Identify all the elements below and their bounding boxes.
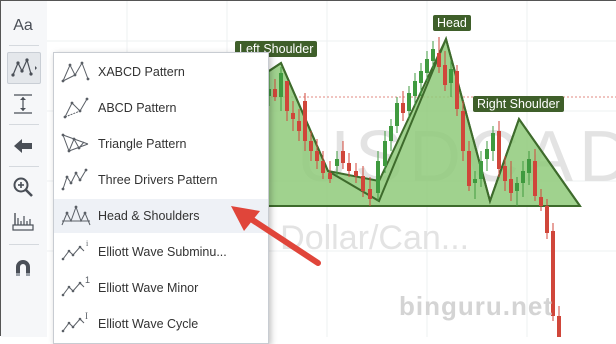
triangle-pattern-icon: [61, 133, 89, 153]
svg-text:1: 1: [85, 275, 90, 285]
candle-body: [449, 69, 453, 83]
candle-body: [273, 89, 277, 97]
menu-item-elliott-wave-minor[interactable]: 1 Elliott Wave Minor: [54, 271, 268, 305]
toolbar-divider: [9, 124, 39, 125]
candle-body: [461, 111, 465, 151]
menu-item-abcd-pattern[interactable]: ABCD Pattern: [54, 91, 268, 125]
candle-body: [321, 161, 325, 173]
candle-body: [443, 65, 447, 85]
back-arrow-icon: [14, 139, 32, 153]
candle-body: [491, 133, 495, 151]
menu-item-label: Head & Shoulders: [98, 209, 200, 223]
magnet-tool-button[interactable]: [7, 253, 39, 283]
candle-body: [545, 206, 549, 233]
candle-body: [389, 126, 393, 141]
candle-body: [401, 103, 405, 113]
candle-body: [467, 151, 471, 186]
candle-body: [285, 81, 289, 111]
text-tool-button[interactable]: Aa: [7, 11, 39, 41]
candle-body: [341, 151, 345, 163]
candle-body: [497, 131, 501, 169]
menu-item-label: Elliott Wave Subminu...: [98, 245, 227, 259]
elliott-subminuette-icon: i: [61, 239, 89, 261]
candle-body: [297, 121, 301, 131]
candle-body: [539, 197, 543, 206]
patterns-tool-button[interactable]: [7, 52, 41, 84]
candle-body: [503, 166, 507, 181]
candle-body: [383, 141, 387, 166]
head-shoulders-icon: [61, 205, 91, 226]
text-icon: Aa: [13, 17, 33, 34]
candle-body: [328, 173, 332, 179]
site-watermark: binguru.net: [399, 291, 553, 321]
annotation-arrow: [231, 206, 321, 266]
candle-body: [473, 179, 477, 183]
candle-body: [315, 151, 319, 161]
magnet-icon: [16, 260, 30, 276]
measure-tool-button[interactable]: [7, 89, 39, 119]
candle-body: [354, 171, 358, 176]
abcd-pattern-icon: [63, 97, 89, 119]
ruler-tool-button[interactable]: [7, 206, 39, 236]
ruler-icon: [12, 213, 34, 231]
drawing-toolbar: Aa: [1, 1, 48, 337]
elliott-minor-icon: 1: [61, 275, 90, 297]
candle-body: [413, 81, 417, 96]
menu-item-label: Triangle Pattern: [98, 137, 187, 151]
menu-item-label: XABCD Pattern: [98, 65, 185, 79]
candle-body: [455, 71, 459, 109]
elliott-cycle-icon: I: [61, 311, 88, 333]
candle-body: [485, 149, 489, 159]
toolbar-divider: [9, 45, 39, 46]
menu-item-label: ABCD Pattern: [98, 101, 177, 115]
candle-body: [303, 101, 307, 141]
candle-body: [361, 176, 365, 191]
menu-item-label: Elliott Wave Minor: [98, 281, 199, 295]
candle-body: [521, 171, 525, 183]
menu-item-xabcd-pattern[interactable]: XABCD Pattern: [54, 55, 268, 89]
measure-icon: [14, 94, 32, 114]
candle-body: [509, 179, 513, 193]
svg-text:I: I: [85, 311, 88, 321]
toolbar-divider: [9, 166, 39, 167]
candle-body: [557, 316, 561, 337]
candle-body: [368, 189, 372, 199]
back-button[interactable]: [7, 131, 39, 161]
svg-text:i: i: [86, 239, 89, 248]
right-shoulder-label: Right Shoulder: [473, 96, 564, 112]
head-label: Head: [433, 15, 471, 31]
candle-body: [479, 161, 483, 179]
candle-body: [279, 73, 283, 97]
candle-body: [309, 141, 313, 151]
xabcd-pattern-icon: [61, 61, 90, 83]
menu-item-label: Elliott Wave Cycle: [98, 317, 199, 331]
menu-item-triangle-pattern[interactable]: Triangle Pattern: [54, 127, 268, 161]
toolbar-divider: [9, 244, 39, 245]
candle-body: [437, 53, 441, 67]
patterns-icon: [11, 58, 37, 77]
menu-item-label: Three Drivers Pattern: [98, 173, 218, 187]
candle-body: [291, 113, 295, 119]
three-drivers-pattern-icon: [61, 168, 88, 191]
candle-body: [533, 161, 537, 196]
candle-body: [335, 159, 339, 166]
candle-body: [425, 59, 429, 73]
candle-body: [407, 93, 411, 111]
zoom-icon: [13, 177, 33, 197]
candle-body: [431, 49, 435, 61]
candle-body: [419, 71, 423, 83]
candle-body: [527, 159, 531, 173]
candle-body: [347, 163, 351, 171]
patterns-menu: XABCD Pattern ABCD Pattern Triangle Patt…: [53, 52, 269, 344]
candle-body: [395, 103, 399, 126]
menu-item-three-drivers-pattern[interactable]: Three Drivers Pattern: [54, 163, 268, 197]
candle-body: [376, 161, 380, 193]
zoom-tool-button[interactable]: [7, 172, 39, 202]
candle-body: [515, 183, 519, 191]
